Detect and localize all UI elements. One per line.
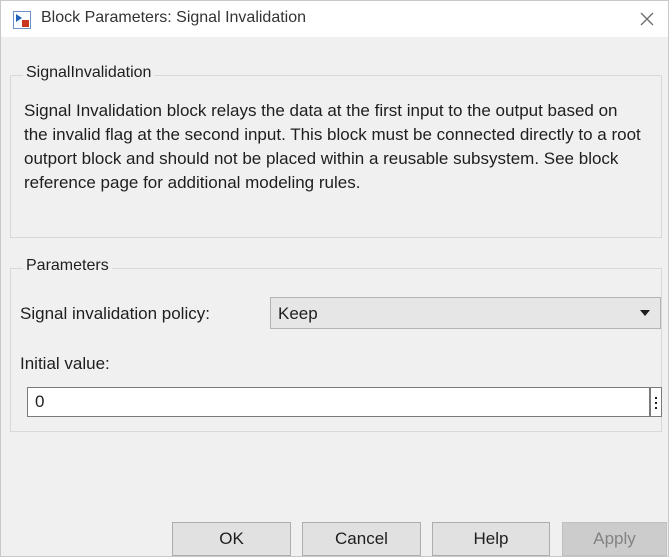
close-icon <box>640 12 654 26</box>
cancel-button[interactable]: Cancel <box>302 522 421 556</box>
window-title: Block Parameters: Signal Invalidation <box>41 9 307 26</box>
block-parameters-icon <box>13 11 31 29</box>
initial-value-label: Initial value: <box>20 354 110 373</box>
help-button[interactable]: Help <box>432 522 550 556</box>
block-description: Signal Invalidation block relays the dat… <box>24 101 641 192</box>
description-group: SignalInvalidation Signal Invalidation b… <box>10 64 662 238</box>
vertical-ellipsis-icon-dot <box>655 402 657 404</box>
title-bar[interactable]: Block Parameters: Signal Invalidation <box>1 1 668 37</box>
parameters-group-legend: Parameters <box>23 257 112 275</box>
policy-selected-value: Keep <box>278 304 318 323</box>
close-button[interactable] <box>632 5 662 33</box>
chevron-down-icon <box>640 310 650 316</box>
initial-value-input[interactable] <box>27 387 650 417</box>
description-group-legend: SignalInvalidation <box>23 64 155 82</box>
block-parameters-dialog: Block Parameters: Signal Invalidation Si… <box>0 0 669 557</box>
ok-button[interactable]: OK <box>172 522 291 556</box>
vertical-ellipsis-icon <box>655 397 657 399</box>
apply-button[interactable]: Apply <box>562 522 667 556</box>
policy-dropdown[interactable]: Keep <box>270 297 661 329</box>
vertical-ellipsis-icon-dot <box>655 407 657 409</box>
policy-label: Signal invalidation policy: <box>20 304 210 323</box>
more-options-button[interactable] <box>650 387 662 417</box>
